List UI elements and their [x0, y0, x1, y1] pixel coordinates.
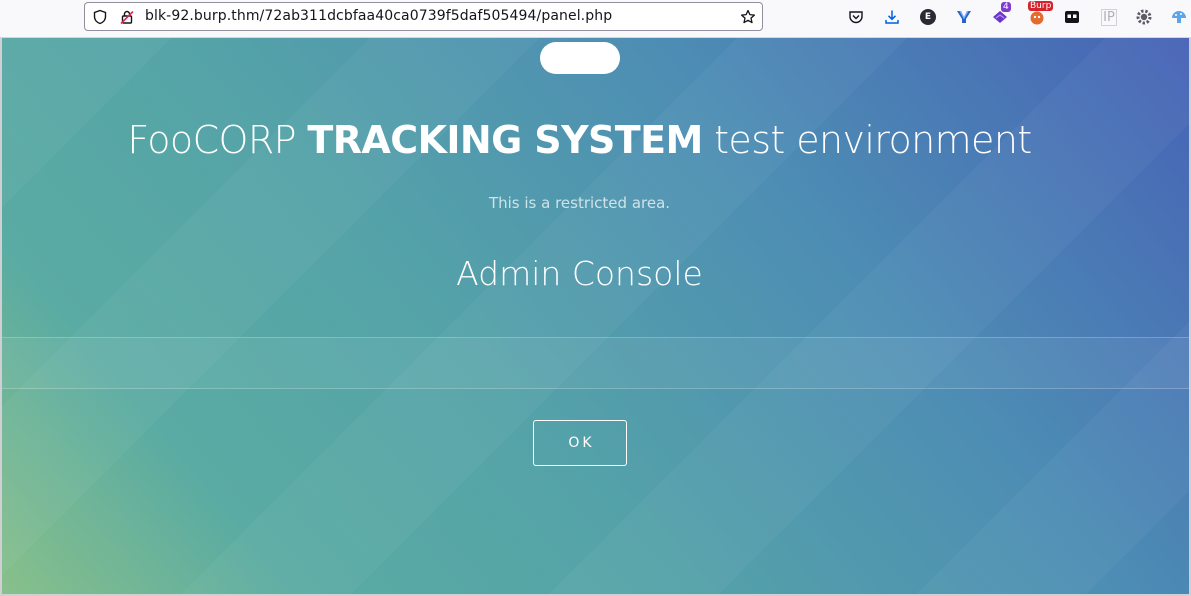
title-bold: TRACKING SYSTEM	[307, 118, 703, 162]
pocket-icon[interactable]	[847, 8, 865, 26]
cookie-editor-icon[interactable]	[1063, 8, 1081, 26]
downloads-icon[interactable]	[883, 8, 901, 26]
title-suffix: test environment	[702, 118, 1032, 162]
title-prefix: FooCORP	[127, 118, 308, 162]
hacktools-icon[interactable]: 4	[991, 2, 1011, 26]
logo-cloud	[540, 42, 620, 74]
ip-label: IP	[1101, 8, 1117, 26]
browser-toolbar: blk-92.burp.thm/72ab311dcbfaa40ca0739f5d…	[0, 0, 1191, 38]
extension-e-label: E	[924, 12, 932, 22]
ok-button[interactable]: OK	[533, 420, 627, 466]
page-title: FooCORP TRACKING SYSTEM test environment	[2, 118, 1157, 162]
wappalyzer-icon[interactable]	[955, 8, 973, 26]
mushroom-extension-icon[interactable]	[1170, 8, 1188, 26]
window-frame-left	[0, 38, 2, 596]
tracking-protection-shield-icon[interactable]	[92, 9, 108, 25]
url-text[interactable]: blk-92.burp.thm/72ab311dcbfaa40ca0739f5d…	[145, 8, 612, 24]
page-viewport: FooCORP TRACKING SYSTEM test environment…	[2, 38, 1189, 594]
extension-e-icon[interactable]: E	[919, 8, 937, 26]
admin-console-heading: Admin Console	[456, 254, 703, 293]
restricted-notice: This is a restricted area.	[488, 194, 671, 212]
ip-address-icon[interactable]: IP	[1099, 8, 1119, 26]
settings-gear-icon[interactable]	[1135, 8, 1153, 26]
foxyproxy-icon[interactable]: Burp	[1028, 1, 1054, 26]
insecure-lock-icon[interactable]	[119, 9, 135, 25]
divider-band	[2, 337, 1189, 389]
burp-proxy-badge: Burp	[1028, 1, 1054, 11]
address-bar[interactable]: blk-92.burp.thm/72ab311dcbfaa40ca0739f5d…	[84, 2, 763, 31]
bookmark-star-icon[interactable]	[740, 9, 756, 25]
hacktools-badge: 4	[1001, 2, 1011, 12]
